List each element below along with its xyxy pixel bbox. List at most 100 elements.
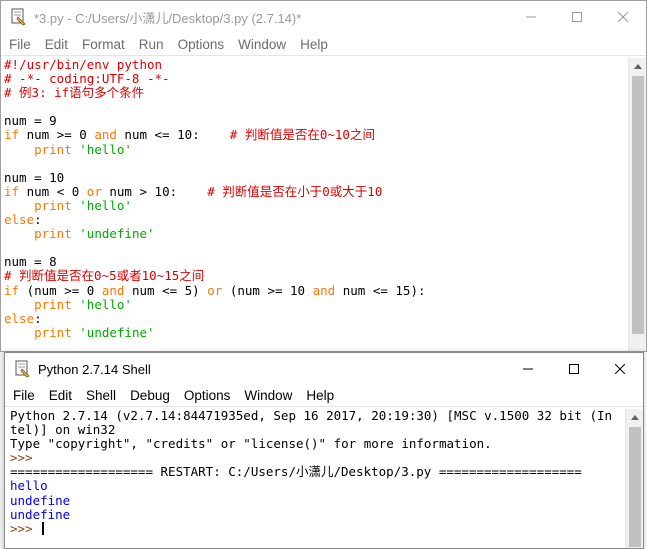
shell-maximize-button[interactable]: [551, 353, 597, 385]
editor-token: else: [4, 212, 35, 228]
editor-token: and: [312, 282, 336, 298]
shell-menu-edit[interactable]: Edit: [41, 388, 78, 403]
editor-menu-help[interactable]: Help: [292, 37, 334, 52]
minimize-button[interactable]: [508, 1, 554, 33]
editor-token: num > 10:: [101, 183, 208, 199]
shell-close-button[interactable]: [597, 353, 643, 385]
editor-code-area[interactable]: #!/usr/bin/env python # -*- coding:UTF-8 …: [4, 58, 627, 351]
shell-menu-options[interactable]: Options: [176, 388, 237, 403]
editor-token: if: [4, 127, 20, 143]
editor-line: print 'hello': [4, 296, 627, 312]
editor-scrollbar[interactable]: [628, 58, 646, 351]
shell-minimize-button[interactable]: [505, 353, 551, 385]
editor-scroll-thumb[interactable]: [632, 76, 644, 334]
editor-token: num <= 10:: [116, 127, 230, 143]
shell-menu-help[interactable]: Help: [298, 388, 340, 403]
editor-titlebar[interactable]: *3.py - C:/Users/小潇儿/Desktop/3.py (2.7.1…: [1, 1, 646, 33]
shell-line: Type "copyright", "credits" or "license(…: [10, 437, 623, 451]
editor-menu-run[interactable]: Run: [131, 37, 170, 52]
shell-menubar: File Edit Shell Debug Options Window Help: [5, 385, 643, 407]
editor-menu-window[interactable]: Window: [230, 37, 292, 52]
editor-token: (num >= 10: [222, 282, 313, 298]
shell-menu-window[interactable]: Window: [236, 388, 298, 403]
editor-token: # -*- coding:UTF-8 -*-: [4, 71, 170, 87]
close-button[interactable]: [600, 1, 646, 33]
shell-line: undefine: [10, 492, 623, 508]
editor-token: 'hello': [79, 296, 132, 312]
editor-token: num >= 0: [19, 127, 95, 143]
editor-token: if: [4, 183, 20, 199]
editor-menu-format[interactable]: Format: [74, 37, 131, 52]
shell-menu-shell[interactable]: Shell: [78, 388, 122, 403]
editor-token: # 判断值是否在0~5或者10~15之间: [4, 268, 205, 284]
editor-menubar: File Edit Format Run Options Window Help: [1, 34, 646, 56]
maximize-icon: [569, 364, 579, 374]
editor-token: num = 9: [4, 113, 57, 129]
editor-line: num = 8: [4, 255, 627, 269]
editor-token: 'hello': [79, 141, 132, 157]
editor-menu-edit[interactable]: Edit: [37, 37, 74, 52]
editor-title: *3.py - C:/Users/小潇儿/Desktop/3.py (2.7.1…: [34, 10, 302, 26]
shell-token: >>>: [10, 450, 41, 466]
editor-line: num = 10: [4, 170, 627, 185]
editor-line: print 'undefine': [4, 227, 627, 241]
shell-token: undefine: [10, 492, 71, 508]
shell-output-area[interactable]: Python 2.7.14 (v2.7.14:84471935ed, Sep 1…: [10, 409, 623, 548]
shell-prompt: >>>: [10, 520, 41, 536]
editor-line: if num < 0 or num > 10: # 判断值是否在小于0或大于10: [4, 183, 627, 199]
editor-token: num = 8: [4, 254, 57, 270]
editor-line: # -*- coding:UTF-8 -*-: [4, 72, 627, 86]
shell-line: =================== RESTART: C:/Users/小潇…: [10, 465, 623, 479]
editor-line: print 'hello': [4, 141, 627, 157]
editor-token: else: [4, 310, 35, 326]
maximize-icon: [572, 12, 582, 22]
editor-menu-options[interactable]: Options: [170, 37, 231, 52]
editor-token: 'undefine': [79, 226, 155, 242]
editor-line: print 'hello': [4, 198, 627, 213]
shell-token: undefine: [10, 506, 71, 522]
editor-line: else:: [4, 310, 627, 326]
shell-line: undefine: [10, 506, 623, 522]
close-icon: [618, 12, 628, 22]
shell-input-line[interactable]: >>>: [10, 520, 623, 536]
shell-titlebar[interactable]: Python 2.7.14 Shell: [5, 353, 643, 385]
shell-line: >>>: [10, 451, 623, 465]
editor-token: print: [34, 324, 72, 340]
editor-token: #!/usr/bin/env python: [4, 58, 163, 72]
shell-scroll-thumb[interactable]: [629, 427, 641, 547]
maximize-button[interactable]: [554, 1, 600, 33]
editor-token: print: [34, 226, 72, 242]
shell-scrollbar[interactable]: [625, 409, 643, 548]
shell-line: tel)] on win32: [10, 423, 623, 437]
editor-line: # 例3: if语句多个条件: [4, 86, 627, 100]
minimize-icon: [523, 368, 533, 370]
shell-token: hello: [10, 478, 48, 494]
close-icon: [615, 364, 625, 374]
shell-token: Python 2.7.14 (v2.7.14:84471935ed, Sep 1…: [10, 409, 613, 423]
editor-token: # 例3: if语句多个条件: [4, 85, 145, 101]
editor-line: # 判断值是否在0~5或者10~15之间: [4, 269, 627, 283]
editor-line: if num >= 0 and num <= 10: # 判断值是否在0~10之…: [4, 128, 627, 142]
shell-menu-debug[interactable]: Debug: [122, 388, 176, 403]
scroll-up-icon[interactable]: [626, 409, 644, 426]
editor-line: if (num >= 0 and num <= 5) or (num >= 10…: [4, 282, 627, 298]
editor-token: [4, 142, 34, 157]
editor-token: [4, 325, 34, 340]
editor-menu-file[interactable]: File: [1, 37, 37, 52]
editor-token: print: [34, 296, 72, 312]
editor-token: # 判断值是否在0~10之间: [229, 127, 375, 143]
editor-token: :: [34, 212, 42, 228]
editor-token: and: [101, 282, 125, 298]
editor-token: [4, 297, 34, 312]
editor-token: 'undefine': [79, 324, 155, 340]
editor-token: print: [34, 141, 72, 157]
shell-line: Python 2.7.14 (v2.7.14:84471935ed, Sep 1…: [10, 409, 623, 423]
scroll-up-icon[interactable]: [629, 58, 647, 75]
shell-token: Type "copyright", "credits" or "license(…: [10, 436, 492, 452]
minimize-icon: [526, 16, 536, 18]
shell-token: =================== RESTART: C:/Users/小潇…: [10, 464, 582, 480]
shell-menu-file[interactable]: File: [5, 388, 41, 403]
